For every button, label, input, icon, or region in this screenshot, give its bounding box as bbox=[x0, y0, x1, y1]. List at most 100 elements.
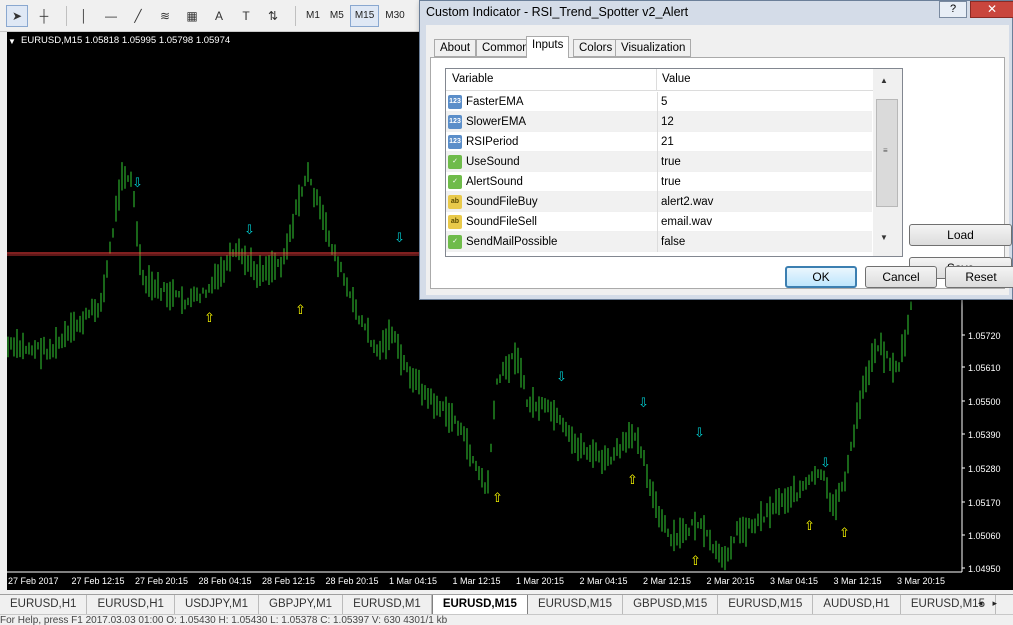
sell-arrow-icon: ⇩ bbox=[244, 223, 255, 238]
x-tick-label: 2 Mar 20:15 bbox=[707, 576, 755, 586]
y-tick-label: 1.05610 bbox=[968, 363, 1001, 373]
text-icon[interactable]: A bbox=[208, 5, 230, 27]
inputs-page: Variable Value 123 FasterEMA 5 123 SlowerEMA… bbox=[430, 57, 1012, 289]
fibonacci-icon[interactable]: ≋ bbox=[154, 5, 176, 27]
tab-visualization[interactable]: Visualization bbox=[615, 39, 692, 57]
chart-tab[interactable]: EURUSD,M15 bbox=[528, 595, 624, 615]
horizontal-line-icon[interactable]: — bbox=[100, 5, 122, 27]
variable-value[interactable]: 5 bbox=[657, 92, 873, 112]
tab-colors[interactable]: Colors bbox=[573, 39, 619, 57]
scroll-down-icon[interactable]: ▼ bbox=[880, 233, 888, 242]
chart-tab[interactable]: GBPJPY,M1 bbox=[259, 595, 344, 615]
x-tick-label: 28 Feb 12:15 bbox=[262, 576, 315, 586]
chart-tab[interactable]: EURUSD,M15 bbox=[431, 595, 528, 616]
column-value[interactable]: Value bbox=[662, 73, 691, 85]
buy-arrow-icon: ⇧ bbox=[690, 554, 701, 569]
reset-button[interactable]: Reset bbox=[945, 266, 1013, 288]
custom-indicator-dialog: Custom Indicator - RSI_Trend_Spotter v2_… bbox=[419, 0, 1013, 300]
x-tick-label: 27 Feb 2017 bbox=[8, 576, 59, 586]
string-type-icon: ab bbox=[448, 195, 462, 209]
chart-menu-icon: ▼ bbox=[8, 37, 16, 46]
variable-name: FasterEMA bbox=[466, 96, 524, 108]
close-button[interactable]: ✕ bbox=[970, 1, 1013, 18]
number-type-icon: 123 bbox=[448, 135, 462, 149]
sell-arrow-icon: ⇩ bbox=[820, 456, 831, 471]
timeframe-m1-button[interactable]: M1 bbox=[302, 5, 324, 27]
number-type-icon: 123 bbox=[448, 95, 462, 109]
variable-name: SendMailPossible bbox=[466, 236, 558, 248]
header-divider bbox=[656, 69, 657, 91]
arrows-icon[interactable]: ⇅ bbox=[262, 5, 284, 27]
chart-tab[interactable]: GBPUSD,M15 bbox=[623, 595, 719, 615]
variable-name: AlertSound bbox=[466, 176, 523, 188]
y-tick-label: 1.05500 bbox=[968, 397, 1001, 407]
scroll-up-icon[interactable]: ▲ bbox=[880, 76, 888, 85]
chart-tab[interactable]: EURUSD,H1 bbox=[0, 595, 88, 615]
chart-tab[interactable]: AUDUSD,H1 bbox=[813, 595, 901, 615]
toolbar-divider bbox=[66, 5, 67, 26]
tab-nav-arrows[interactable]: ◂▸ bbox=[978, 598, 1007, 609]
variable-name: SoundFileSell bbox=[466, 216, 537, 228]
cursor-icon[interactable]: ➤ bbox=[6, 4, 28, 27]
vertical-line-icon[interactable]: │ bbox=[73, 5, 95, 27]
variable-value[interactable]: false bbox=[657, 232, 873, 252]
crosshair-icon[interactable]: ┼ bbox=[33, 5, 55, 27]
variable-value[interactable]: true bbox=[657, 152, 873, 172]
timeframe-m5-button[interactable]: M5 bbox=[326, 5, 348, 27]
table-row[interactable]: 123 FasterEMA 5 bbox=[446, 92, 872, 112]
label-icon[interactable]: T bbox=[235, 5, 257, 27]
variable-name: SoundFileBuy bbox=[466, 196, 538, 208]
trendline-icon[interactable]: ╱ bbox=[127, 5, 149, 27]
timeframe-m30-button[interactable]: M30 bbox=[381, 5, 408, 27]
vertical-scrollbar[interactable]: ▲ ≡ ▼ bbox=[873, 69, 902, 256]
tab-about[interactable]: About bbox=[434, 39, 477, 57]
chart-tab[interactable]: EURUSD,M15 bbox=[718, 595, 814, 615]
variable-value[interactable]: 21 bbox=[657, 132, 873, 152]
y-tick-label: 1.05170 bbox=[968, 498, 1001, 508]
chart-tab[interactable]: USDJPY,M1 bbox=[175, 595, 259, 615]
load-button[interactable]: Load bbox=[909, 224, 1012, 246]
sell-arrow-icon: ⇩ bbox=[694, 426, 705, 441]
ok-button[interactable]: OK bbox=[785, 266, 857, 288]
x-tick-label: 3 Mar 20:15 bbox=[897, 576, 945, 586]
status-bar: For Help, press F1 2017.03.03 01:00 O: 1… bbox=[0, 614, 1013, 625]
table-row[interactable]: 123 RSIPeriod 21 bbox=[446, 132, 872, 152]
table-row[interactable]: 123 SlowerEMA 12 bbox=[446, 112, 872, 132]
string-type-icon: ab bbox=[448, 215, 462, 229]
variable-name: RSIPeriod bbox=[466, 136, 519, 148]
variable-value[interactable]: alert2.wav bbox=[657, 192, 873, 212]
table-row[interactable]: ab SoundFileBuy alert2.wav bbox=[446, 192, 872, 212]
inputs-table: Variable Value 123 FasterEMA 5 123 SlowerEMA… bbox=[445, 68, 903, 257]
cancel-button[interactable]: Cancel bbox=[865, 266, 937, 288]
buy-arrow-icon: ⇧ bbox=[839, 526, 850, 541]
y-tick-label: 1.04950 bbox=[968, 564, 1001, 574]
table-row[interactable]: ✓ AlertSound true bbox=[446, 172, 872, 192]
column-variable[interactable]: Variable bbox=[452, 73, 493, 85]
table-row[interactable]: ✓ SendMailPossible false bbox=[446, 232, 872, 252]
x-tick-label: 28 Feb 20:15 bbox=[326, 576, 379, 586]
table-row[interactable]: ab SoundFileSell email.wav bbox=[446, 212, 872, 232]
variable-value[interactable]: 12 bbox=[657, 112, 873, 132]
y-tick-label: 1.05060 bbox=[968, 531, 1001, 541]
buy-arrow-icon: ⇧ bbox=[804, 519, 815, 534]
help-button[interactable]: ? bbox=[939, 1, 967, 18]
boolean-type-icon: ✓ bbox=[448, 155, 462, 169]
timeframe-m15-button[interactable]: M15 bbox=[349, 4, 380, 27]
buy-arrow-icon: ⇧ bbox=[204, 311, 215, 326]
x-tick-label: 27 Feb 20:15 bbox=[135, 576, 188, 586]
x-tick-label: 1 Mar 12:15 bbox=[453, 576, 501, 586]
chart-tabs: EURUSD,H1 EURUSD,H1 USDJPY,M1 GBPJPY,M1 EURU… bbox=[0, 594, 1013, 616]
variable-value[interactable]: true bbox=[657, 172, 873, 192]
grip-icon: ≡ bbox=[883, 146, 888, 155]
x-tick-label: 2 Mar 12:15 bbox=[643, 576, 691, 586]
scroll-thumb[interactable]: ≡ bbox=[876, 99, 898, 207]
sell-arrow-icon: ⇩ bbox=[556, 370, 567, 385]
chart-tab[interactable]: EURUSD,M1 bbox=[343, 595, 432, 615]
table-row[interactable]: ✓ UseSound true bbox=[446, 152, 872, 172]
y-tick-label: 1.05280 bbox=[968, 464, 1001, 474]
variable-value[interactable]: email.wav bbox=[657, 212, 873, 232]
toolbar-divider bbox=[295, 5, 296, 26]
grid-icon[interactable]: ▦ bbox=[181, 5, 203, 27]
chart-tab[interactable]: EURUSD,H1 bbox=[87, 595, 175, 615]
tab-inputs[interactable]: Inputs bbox=[526, 36, 570, 58]
